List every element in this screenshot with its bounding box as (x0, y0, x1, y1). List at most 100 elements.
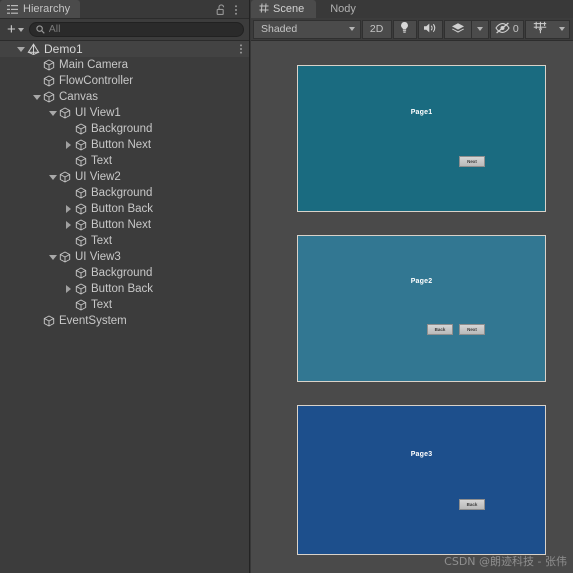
hierarchy-row-label: UI View3 (75, 251, 121, 263)
kebab-menu-icon[interactable] (234, 3, 245, 15)
scene-viewport[interactable]: Page3 Back Page2 Back Next Page1 Next CSDN @朗迹… (251, 42, 573, 573)
chevron-down-icon (558, 27, 565, 31)
hierarchy-row-ui-view2[interactable]: UI View2 (0, 169, 249, 185)
expand-toggle-open-icon[interactable] (46, 174, 59, 180)
hierarchy-tabbar-actions (216, 0, 245, 18)
gameobject-icon (75, 123, 87, 135)
add-gameobject-label: + (7, 21, 16, 38)
hierarchy-row-label: Text (91, 235, 113, 247)
expand-toggle-closed-icon[interactable] (62, 205, 75, 213)
hierarchy-row-button-back[interactable]: Button Back (0, 201, 249, 217)
gizmos-dropdown-button[interactable] (554, 19, 570, 39)
hierarchy-row-label: UI View1 (75, 107, 121, 119)
hierarchy-tree: Demo1 Main Camera FlowController Canvas UI V… (0, 41, 249, 329)
toggle-fx-button[interactable] (443, 19, 471, 39)
button-next-label: Next (467, 159, 477, 164)
hierarchy-row-demo1[interactable]: Demo1 (0, 41, 249, 57)
toggle-lighting-button[interactable] (392, 19, 418, 39)
draw-mode-label: Shaded (261, 23, 298, 35)
effects-icon (451, 22, 465, 37)
expand-toggle-open-icon[interactable] (46, 254, 59, 260)
search-icon (36, 21, 45, 39)
hierarchy-panel: Hierarchy + All Demo1 Main Camera FlowCo… (0, 0, 250, 573)
hierarchy-row-ui-view3[interactable]: UI View3 (0, 249, 249, 265)
hierarchy-row-label: EventSystem (59, 315, 127, 327)
button-back[interactable]: Back (427, 324, 453, 335)
expand-toggle-open-icon[interactable] (14, 46, 27, 52)
hierarchy-row-label: Background (91, 267, 153, 279)
row-kebab-menu-icon[interactable] (239, 43, 243, 58)
tab-scene[interactable]: Scene (251, 0, 317, 18)
expand-toggle-closed-icon[interactable] (62, 285, 75, 293)
hierarchy-row-label: FlowController (59, 75, 134, 87)
chevron-down-icon (17, 27, 24, 32)
scene-page-1[interactable]: Page1 Next (297, 65, 546, 212)
button-next[interactable]: Next (459, 324, 485, 335)
tab-scene-label: Scene (273, 3, 305, 15)
hierarchy-row-main-camera[interactable]: Main Camera (0, 57, 249, 73)
gameobject-icon (75, 187, 87, 199)
hierarchy-toolbar: + (0, 19, 249, 41)
button-next[interactable]: Next (459, 156, 485, 167)
hierarchy-row-label: Main Camera (59, 59, 129, 71)
gameobject-icon (75, 299, 87, 311)
search-input[interactable] (48, 23, 237, 36)
expand-toggle-open-icon[interactable] (46, 110, 59, 116)
lightbulb-icon (399, 21, 410, 37)
hierarchy-search[interactable] (28, 21, 244, 39)
hierarchy-row-text[interactable]: Text (0, 233, 249, 249)
toggle-2d-button[interactable]: 2D (361, 19, 392, 39)
expand-toggle-open-icon[interactable] (30, 94, 43, 100)
scene-page-2[interactable]: Page2 Back Next (297, 235, 546, 382)
button-next-label: Next (467, 327, 477, 332)
unity-editor-window: Hierarchy + All Demo1 Main Camera FlowCo… (0, 0, 573, 573)
draw-mode-dropdown[interactable]: Shaded (253, 19, 361, 39)
gameobject-icon (43, 59, 55, 71)
hierarchy-row-eventsystem[interactable]: EventSystem (0, 313, 249, 329)
scene-page-3[interactable]: Page3 Back (297, 405, 546, 555)
scene-visibility-button[interactable]: 0 (489, 19, 524, 39)
page-title: Page1 (410, 109, 433, 116)
button-back[interactable]: Back (459, 499, 485, 510)
scene-visibility-count: 0 (512, 23, 519, 35)
toggle-audio-button[interactable] (418, 19, 443, 39)
expand-toggle-closed-icon[interactable] (62, 141, 75, 149)
tab-hierarchy-label: Hierarchy (23, 3, 71, 15)
scene-tabbar: Scene Nody (251, 0, 573, 18)
page-title: Page2 (410, 278, 433, 285)
add-gameobject-button[interactable]: + (5, 21, 26, 38)
tab-hierarchy[interactable]: Hierarchy (0, 0, 81, 18)
tab-nody-label: Nody (330, 3, 356, 15)
gizmos-icon (533, 21, 547, 37)
hierarchy-row-background[interactable]: Background (0, 185, 249, 201)
hierarchy-row-text[interactable]: Text (0, 297, 249, 313)
gameobject-icon (59, 251, 71, 263)
hierarchy-row-flowcontroller[interactable]: FlowController (0, 73, 249, 89)
gameobject-icon (75, 219, 87, 231)
hierarchy-row-button-next[interactable]: Button Next (0, 217, 249, 233)
fx-dropdown-button[interactable] (470, 19, 489, 39)
hierarchy-row-text[interactable]: Text (0, 153, 249, 169)
gizmos-button[interactable] (525, 19, 554, 39)
lock-open-icon[interactable] (216, 3, 227, 15)
hierarchy-row-button-back[interactable]: Button Back (0, 281, 249, 297)
hierarchy-icon (7, 4, 18, 15)
hierarchy-row-label: Button Back (91, 203, 154, 215)
hierarchy-row-label: Button Back (91, 283, 154, 295)
gameobject-icon (75, 139, 87, 151)
hierarchy-row-ui-view1[interactable]: UI View1 (0, 105, 249, 121)
hierarchy-row-canvas[interactable]: Canvas (0, 89, 249, 105)
expand-toggle-closed-icon[interactable] (62, 221, 75, 229)
gameobject-icon (59, 107, 71, 119)
tab-nody[interactable]: Nody (316, 0, 368, 18)
watermark: CSDN @朗迹科技 - 张伟 (444, 555, 567, 568)
hierarchy-row-button-next[interactable]: Button Next (0, 137, 249, 153)
button-back-label: Back (434, 327, 446, 332)
hierarchy-row-background[interactable]: Background (0, 121, 249, 137)
hierarchy-row-label: Background (91, 187, 153, 199)
hierarchy-row-label: Button Next (91, 219, 152, 231)
hierarchy-row-background[interactable]: Background (0, 265, 249, 281)
gizmos-control-group (525, 19, 570, 39)
gameobject-icon (59, 171, 71, 183)
speaker-icon (423, 22, 437, 37)
